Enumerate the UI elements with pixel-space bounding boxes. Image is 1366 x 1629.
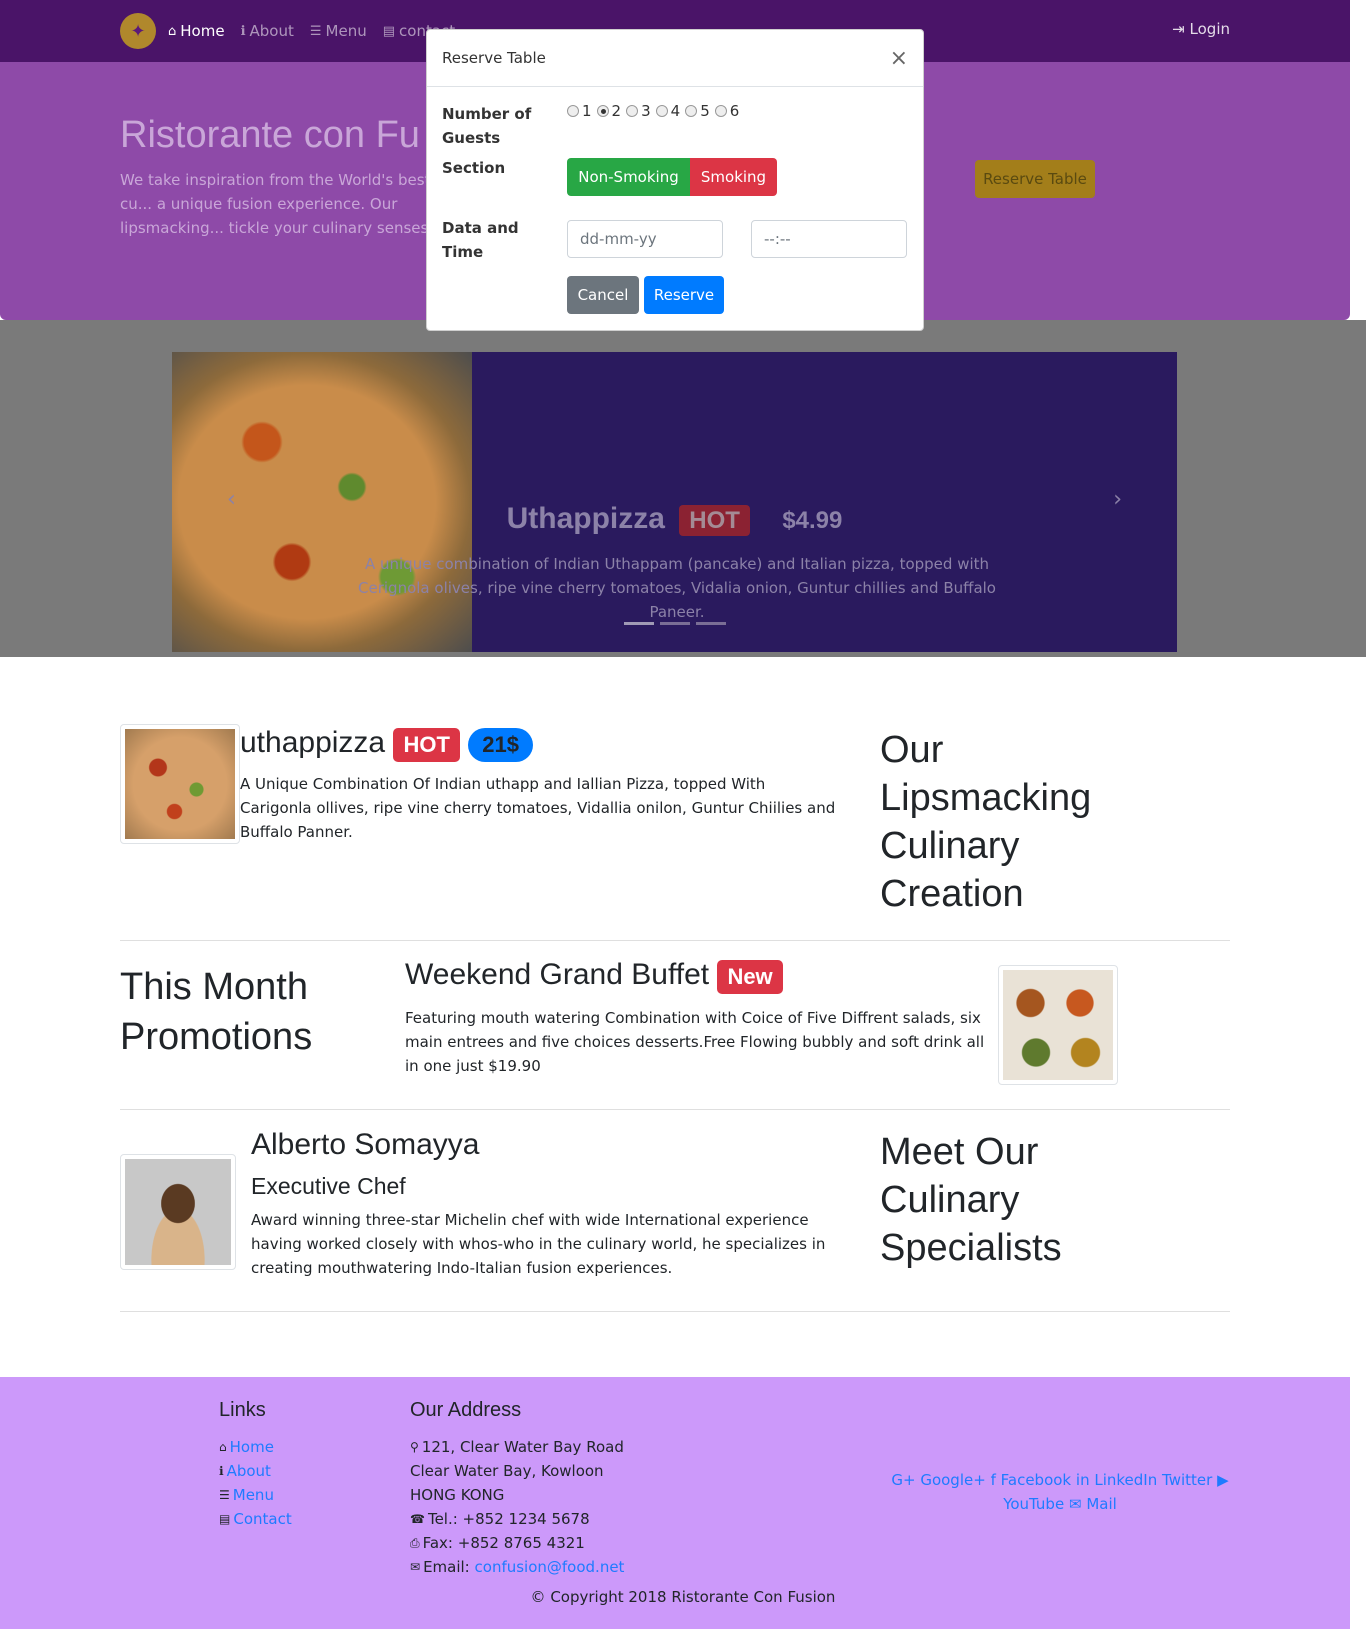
list-icon: ☰ <box>309 23 322 39</box>
linkedin-icon: in <box>1075 1471 1090 1489</box>
envelope-icon: ✉ <box>1068 1495 1082 1513</box>
carousel-prev-icon[interactable]: ‹ <box>227 487 236 512</box>
facebook-link[interactable]: f Facebook <box>991 1471 1072 1489</box>
guest-radio-5[interactable]: 5 <box>685 102 710 120</box>
dish-description: A Unique Combination Of Indian uthapp an… <box>240 775 836 841</box>
modal-header: Reserve Table × <box>427 30 923 87</box>
youtube-link[interactable]: YouTube <box>1003 1495 1064 1513</box>
address-card-icon: ▤ <box>219 1512 231 1526</box>
youtube-icon: ▶ <box>1217 1471 1229 1489</box>
guest-radio-3[interactable]: 3 <box>626 102 651 120</box>
guests-radio-group: 1 2 3 4 5 6 <box>567 102 744 120</box>
map-marker-icon: ⚲ <box>410 1440 419 1454</box>
carousel-hot-badge: HOT <box>679 505 750 536</box>
dish-thumbnail <box>120 724 240 844</box>
datetime-label: Data and Time <box>442 219 519 261</box>
leader-photo <box>120 1154 236 1270</box>
non-smoking-button[interactable]: Non-Smoking <box>567 158 690 196</box>
cancel-button[interactable]: Cancel <box>567 276 639 314</box>
logo[interactable]: ✦ <box>120 13 156 49</box>
carousel-price: $4.99 <box>782 507 843 534</box>
divider <box>120 1109 1230 1110</box>
reserve-table-modal: Reserve Table × Number of Guests 1 2 3 4… <box>426 29 924 331</box>
linkedin-link[interactable]: in LinkedIn <box>1076 1471 1157 1489</box>
carousel-dish-name: Uthappizza <box>506 502 665 535</box>
leader-name: Alberto Somayya <box>251 1128 480 1161</box>
leader-designation: Executive Chef <box>251 1173 406 1199</box>
home-icon: ⌂ <box>219 1440 227 1454</box>
restaurant-intro: We take inspiration from the World's bes… <box>120 171 435 237</box>
info-icon: ℹ <box>219 1464 224 1478</box>
copyright: © Copyright 2018 Ristorante Con Fusion <box>530 1588 836 1606</box>
section-label: Section <box>442 159 506 177</box>
promotion-name: Weekend Grand Buffet <box>405 958 710 991</box>
carousel: Uthappizza HOT $4.99 A unique combinatio… <box>172 352 1177 652</box>
close-icon[interactable]: × <box>890 46 908 71</box>
modal-title: Reserve Table <box>442 49 546 67</box>
time-input[interactable]: --:-- <box>751 220 907 258</box>
nav-menu[interactable]: ☰ Menu <box>310 22 367 40</box>
carousel-caption-title: Uthappizza HOT $4.99 <box>172 502 1177 536</box>
envelope-icon: ✉ <box>410 1560 421 1574</box>
dish-title: uthappizza HOT 21$ <box>240 726 533 762</box>
dish-hot-badge: HOT <box>393 728 460 762</box>
address-card-icon: ▤ <box>382 23 396 39</box>
promotion-thumbnail <box>998 965 1118 1085</box>
links-heading: Links <box>219 1399 266 1421</box>
leader-section-heading: Meet Our Culinary Specialists <box>880 1131 1062 1269</box>
promotion-description: Featuring mouth watering Combination wit… <box>405 1009 985 1075</box>
list-icon: ☰ <box>219 1488 230 1502</box>
carousel-indicator[interactable] <box>696 622 726 625</box>
address-heading: Our Address <box>410 1399 522 1421</box>
carousel-indicators <box>624 622 732 625</box>
dish-section-heading: Our Lipsmacking Culinary Creation <box>880 729 1092 915</box>
carousel-description: A unique combination of Indian Uthappam … <box>358 555 996 621</box>
nav-home[interactable]: ⌂ Home <box>168 22 225 40</box>
email-link[interactable]: confusion@food.net <box>475 1555 625 1579</box>
reserve-button[interactable]: Reserve <box>644 276 724 314</box>
reserve-table-button[interactable]: Reserve Table <box>975 160 1095 198</box>
divider <box>120 940 1230 941</box>
guest-radio-2[interactable]: 2 <box>596 102 621 120</box>
home-icon: ⌂ <box>168 23 177 39</box>
dish-name: uthappizza <box>240 726 386 759</box>
guest-radio-6[interactable]: 6 <box>714 102 739 120</box>
carousel-indicator[interactable] <box>660 622 690 625</box>
carousel-next-icon[interactable]: › <box>1113 487 1122 512</box>
footer-links: ⌂ Home ℹ About ☰ Menu ▤ Contact <box>219 1435 292 1531</box>
promotion-section-heading: This Month Promotions <box>120 966 313 1058</box>
footer: Links ⌂ Home ℹ About ☰ Menu ▤ Contact Our Ad… <box>0 1377 1350 1629</box>
guest-radio-4[interactable]: 4 <box>655 102 680 120</box>
carousel-indicator[interactable] <box>624 622 654 625</box>
guest-radio-1[interactable]: 1 <box>567 102 592 120</box>
social-links: G+ Google+ f Facebook in LinkedIn Twitte… <box>890 1468 1230 1516</box>
login-link[interactable]: ⇥ Login <box>1172 20 1230 38</box>
dish-price-badge: 21$ <box>468 728 533 762</box>
google-plus-link[interactable]: G+ Google+ <box>891 1471 985 1489</box>
info-icon: ℹ <box>240 23 246 39</box>
guests-label: Number of Guests <box>442 105 532 147</box>
footer-link-contact[interactable]: Contact <box>233 1507 291 1531</box>
facebook-icon: f <box>990 1471 996 1489</box>
smoking-button[interactable]: Smoking <box>690 158 777 196</box>
restaurant-title: Ristorante con Fu <box>120 114 420 156</box>
phone-icon: ☎ <box>410 1512 425 1526</box>
sign-in-icon: ⇥ <box>1172 20 1185 38</box>
footer-link-home[interactable]: Home <box>230 1435 274 1459</box>
footer-link-menu[interactable]: Menu <box>233 1483 274 1507</box>
google-plus-icon: G+ <box>891 1471 916 1489</box>
promotion-title: Weekend Grand Buffet New <box>405 958 783 994</box>
footer-address: ⚲ 121, Clear Water Bay Road Clear Water B… <box>410 1435 624 1579</box>
divider <box>120 1311 1230 1312</box>
promotion-new-badge: New <box>717 960 783 994</box>
fax-icon: ⎙ <box>410 1536 420 1550</box>
leader-description: Award winning three-star Michelin chef w… <box>251 1211 826 1277</box>
nav-about[interactable]: ℹ About <box>241 22 294 40</box>
twitter-link[interactable]: Twitter ▶ <box>1162 1471 1229 1489</box>
date-input[interactable]: dd-mm-yy <box>567 220 723 258</box>
footer-link-about[interactable]: About <box>227 1459 271 1483</box>
mail-link[interactable]: ✉ Mail <box>1069 1495 1117 1513</box>
